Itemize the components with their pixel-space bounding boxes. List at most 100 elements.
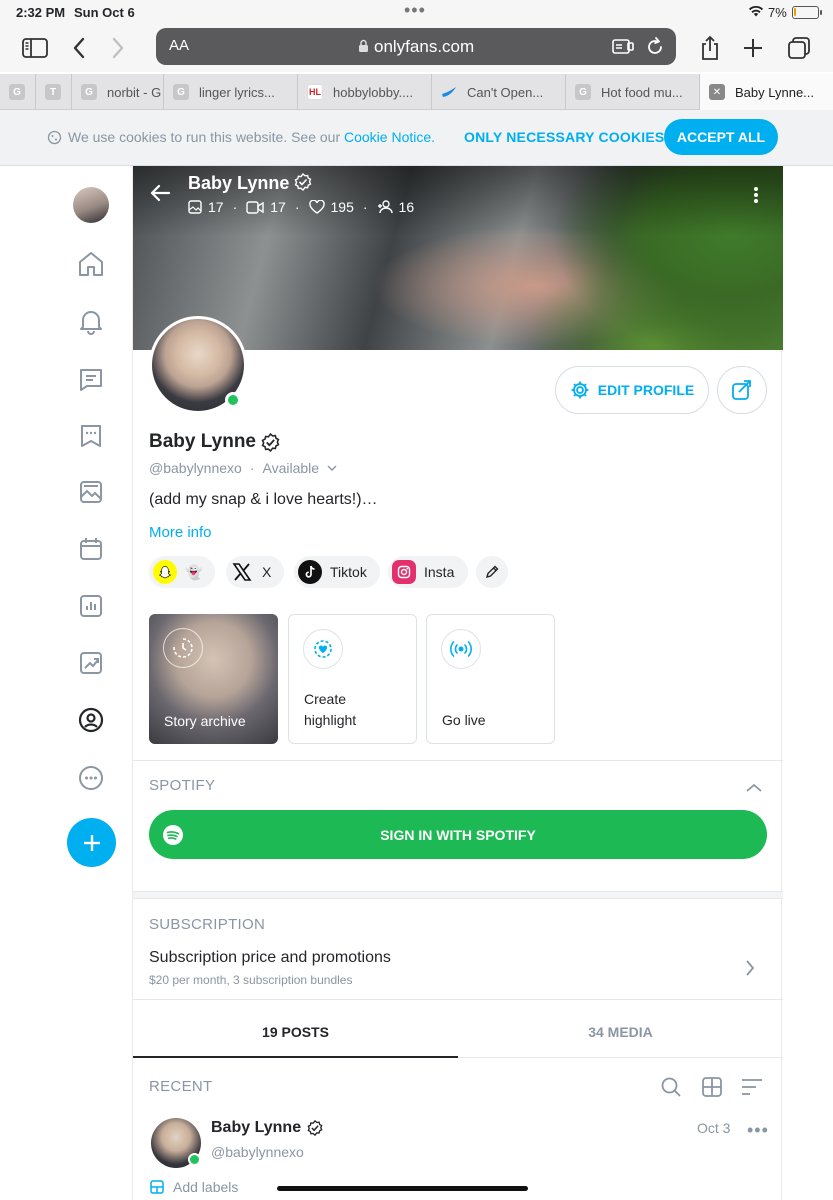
- profile-bio: (add my snap & i love hearts!)…: [149, 491, 378, 508]
- post-more-icon[interactable]: •••: [747, 1120, 769, 1141]
- tab-label: Baby Lynne...: [735, 84, 815, 100]
- notifications-bell-icon[interactable]: [76, 306, 106, 336]
- add-labels-button[interactable]: Add labels: [149, 1179, 238, 1195]
- verified-icon: [294, 172, 312, 192]
- story-archive-card[interactable]: Story archive: [149, 614, 278, 744]
- edit-socials-button[interactable]: [476, 556, 508, 588]
- multitasking-dots-icon[interactable]: •••: [404, 0, 426, 21]
- social-instagram[interactable]: Insta: [388, 556, 468, 588]
- browser-tab[interactable]: Gnorbit - G: [72, 74, 164, 110]
- new-post-button[interactable]: [67, 818, 116, 867]
- nav-avatar[interactable]: [73, 187, 109, 223]
- sign-in-spotify-button[interactable]: SIGN IN WITH SPOTIFY: [149, 810, 767, 859]
- social-label: 👻: [185, 563, 203, 580]
- availability-status[interactable]: Available: [263, 460, 320, 476]
- tab-posts[interactable]: 19 POSTS: [133, 1012, 458, 1058]
- reload-icon[interactable]: [646, 36, 664, 61]
- vault-media-icon[interactable]: [76, 477, 106, 507]
- accept-all-button[interactable]: ACCEPT ALL: [664, 119, 778, 155]
- more-info-link[interactable]: More info: [149, 524, 212, 541]
- verified-icon: [261, 432, 280, 452]
- subscription-heading[interactable]: Subscription price and promotions: [149, 949, 391, 967]
- social-x[interactable]: X: [226, 556, 284, 588]
- fans-count: 16: [398, 199, 415, 215]
- edit-profile-button[interactable]: EDIT PROFILE: [555, 366, 709, 414]
- browser-tab[interactable]: Glinger lyrics...: [164, 74, 298, 110]
- chevron-up-icon[interactable]: [745, 780, 763, 798]
- back-icon[interactable]: [65, 34, 93, 62]
- dot-separator: ·: [232, 199, 238, 215]
- social-snapchat[interactable]: 👻: [149, 556, 215, 588]
- post-date: Oct 3: [697, 1120, 731, 1136]
- analytics-icon[interactable]: [76, 648, 106, 678]
- post-author-handle[interactable]: @babylynnexo: [211, 1144, 304, 1160]
- chevron-down-icon[interactable]: [327, 465, 337, 471]
- grid-view-icon[interactable]: [701, 1076, 723, 1103]
- close-tab-icon[interactable]: ✕: [709, 84, 725, 100]
- only-necessary-cookies-button[interactable]: ONLY NECESSARY COOKIES: [464, 129, 664, 145]
- tab-label: hobbylobby....: [333, 84, 413, 100]
- social-label: X: [262, 564, 272, 580]
- label-icon: [150, 1180, 164, 1194]
- home-indicator[interactable]: [277, 1186, 528, 1191]
- browser-tab[interactable]: G: [0, 74, 36, 110]
- address-bar[interactable]: AA onlyfans.com: [156, 28, 676, 65]
- tab-label: Can't Open...: [467, 84, 544, 100]
- dot-separator: ·: [362, 199, 368, 215]
- messages-icon[interactable]: [76, 364, 106, 394]
- text-size-button[interactable]: AA: [169, 37, 189, 54]
- go-live-label: Go live: [442, 712, 486, 728]
- online-status-dot: [188, 1153, 201, 1166]
- section-divider: [133, 999, 783, 1000]
- sidebar-icon[interactable]: [21, 34, 49, 62]
- more-vertical-icon[interactable]: [753, 186, 759, 209]
- snapchat-icon: [153, 560, 177, 584]
- browser-tab[interactable]: HL hobbylobby....: [298, 74, 432, 110]
- cookie-notice-link[interactable]: Cookie Notice.: [344, 129, 435, 145]
- reader-icon[interactable]: [612, 37, 634, 60]
- swoosh-favicon-icon: [441, 84, 457, 100]
- home-icon[interactable]: [76, 249, 106, 279]
- tab-overview-icon[interactable]: [785, 34, 813, 62]
- new-tab-icon[interactable]: [739, 34, 767, 62]
- sort-icon[interactable]: [741, 1078, 763, 1101]
- forward-icon[interactable]: [104, 34, 132, 62]
- browser-tab[interactable]: Can't Open...: [432, 74, 566, 110]
- back-arrow-icon[interactable]: [150, 184, 171, 207]
- status-bar: 2:32 PM Sun Oct 6 ••• 7%: [0, 0, 833, 24]
- go-live-card[interactable]: Go live: [426, 614, 555, 744]
- share-icon[interactable]: [696, 34, 724, 62]
- statistics-icon[interactable]: [76, 591, 106, 621]
- battery-icon: [792, 6, 822, 19]
- my-profile-icon[interactable]: [76, 705, 106, 735]
- collections-bookmark-icon[interactable]: [76, 421, 106, 451]
- create-highlight-card[interactable]: Create highlight: [288, 614, 417, 744]
- highlight-heart-icon: [303, 629, 343, 669]
- search-icon[interactable]: [660, 1076, 682, 1103]
- calendar-icon[interactable]: [76, 534, 106, 564]
- wifi-icon: [748, 4, 764, 20]
- browser-tab[interactable]: T: [36, 74, 72, 110]
- google-favicon-icon: G: [575, 84, 591, 100]
- profile-main: Baby Lynne 17 · 17 · 195 · 16 EDIT PROFI…: [132, 166, 783, 1200]
- tiktok-icon: [298, 560, 322, 584]
- add-labels-label: Add labels: [173, 1179, 239, 1195]
- google-favicon-icon: G: [9, 84, 25, 100]
- tab-media[interactable]: 34 MEDIA: [458, 1012, 783, 1058]
- cookie-message: We use cookies to run this website. See …: [68, 129, 341, 145]
- chevron-right-icon[interactable]: [745, 959, 755, 982]
- browser-tab[interactable]: G Hot food mu...: [566, 74, 700, 110]
- t-favicon-icon: T: [45, 84, 61, 100]
- share-profile-button[interactable]: [717, 366, 767, 414]
- section-divider: [133, 891, 783, 899]
- subscription-section-title: SUBSCRIPTION: [149, 916, 266, 933]
- subscription-detail: $20 per month, 3 subscription bundles: [149, 973, 353, 987]
- browser-tab-active[interactable]: ✕ Baby Lynne...: [700, 74, 833, 110]
- cover-name: Baby Lynne: [188, 172, 312, 194]
- heart-icon: [308, 200, 325, 214]
- cover-stats: 17 · 17 · 195 · 16: [188, 199, 414, 215]
- more-options-icon[interactable]: [76, 763, 106, 793]
- social-tiktok[interactable]: Tiktok: [294, 556, 380, 588]
- post-author-name[interactable]: Baby Lynne: [211, 1119, 323, 1137]
- likes-count: 195: [330, 199, 354, 215]
